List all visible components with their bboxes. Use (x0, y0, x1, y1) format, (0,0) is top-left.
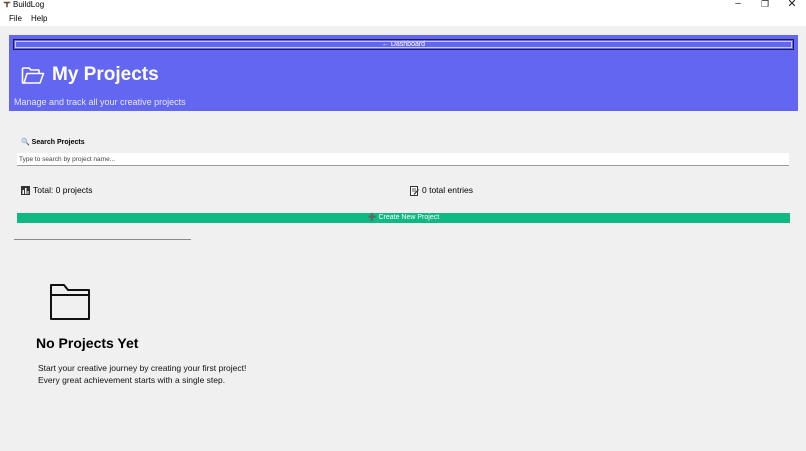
title-bar: BuildLog – ❐ ✕ (0, 0, 806, 10)
maximize-button[interactable]: ❐ (752, 0, 778, 10)
search-label-text: Search Projects (31, 139, 85, 146)
page-subtitle: Manage and track all your creative proje… (14, 97, 186, 107)
close-button[interactable]: ✕ (779, 0, 805, 10)
menu-bar: File Help (0, 10, 806, 26)
menu-help[interactable]: Help (31, 14, 47, 24)
search-icon: 🔍 (21, 139, 30, 146)
page-header: ← Dashboard My Projects Manage and track… (9, 35, 798, 111)
empty-state-title: No Projects Yet (36, 335, 139, 351)
folder-icon (50, 284, 90, 320)
memo-icon (410, 185, 419, 196)
empty-state-line-2: Every great achievement starts with a si… (38, 375, 226, 385)
back-to-dashboard-button[interactable]: ← Dashboard (13, 39, 794, 50)
total-projects-stat: Total: 0 projects (21, 184, 93, 196)
search-label: 🔍 Search Projects (21, 138, 85, 148)
window-title: BuildLog (13, 0, 45, 9)
total-projects-text: Total: 0 projects (33, 185, 93, 195)
search-input[interactable] (17, 153, 789, 166)
app-logo-icon (3, 1, 11, 8)
total-entries-text: 0 total entries (422, 185, 474, 195)
minimize-button[interactable]: – (725, 0, 751, 10)
empty-state-line-1: Start your creative journey by creating … (38, 363, 247, 373)
page-title: My Projects (52, 64, 159, 85)
menu-file[interactable]: File (9, 14, 22, 24)
create-new-project-button[interactable]: ➕ Create New Project (17, 213, 790, 223)
empty-state-message: Start your creative journey by creating … (38, 362, 246, 386)
divider (14, 239, 191, 240)
total-entries-stat: 0 total entries (410, 184, 473, 196)
bar-chart-icon (21, 186, 30, 196)
folder-open-icon (21, 67, 45, 84)
